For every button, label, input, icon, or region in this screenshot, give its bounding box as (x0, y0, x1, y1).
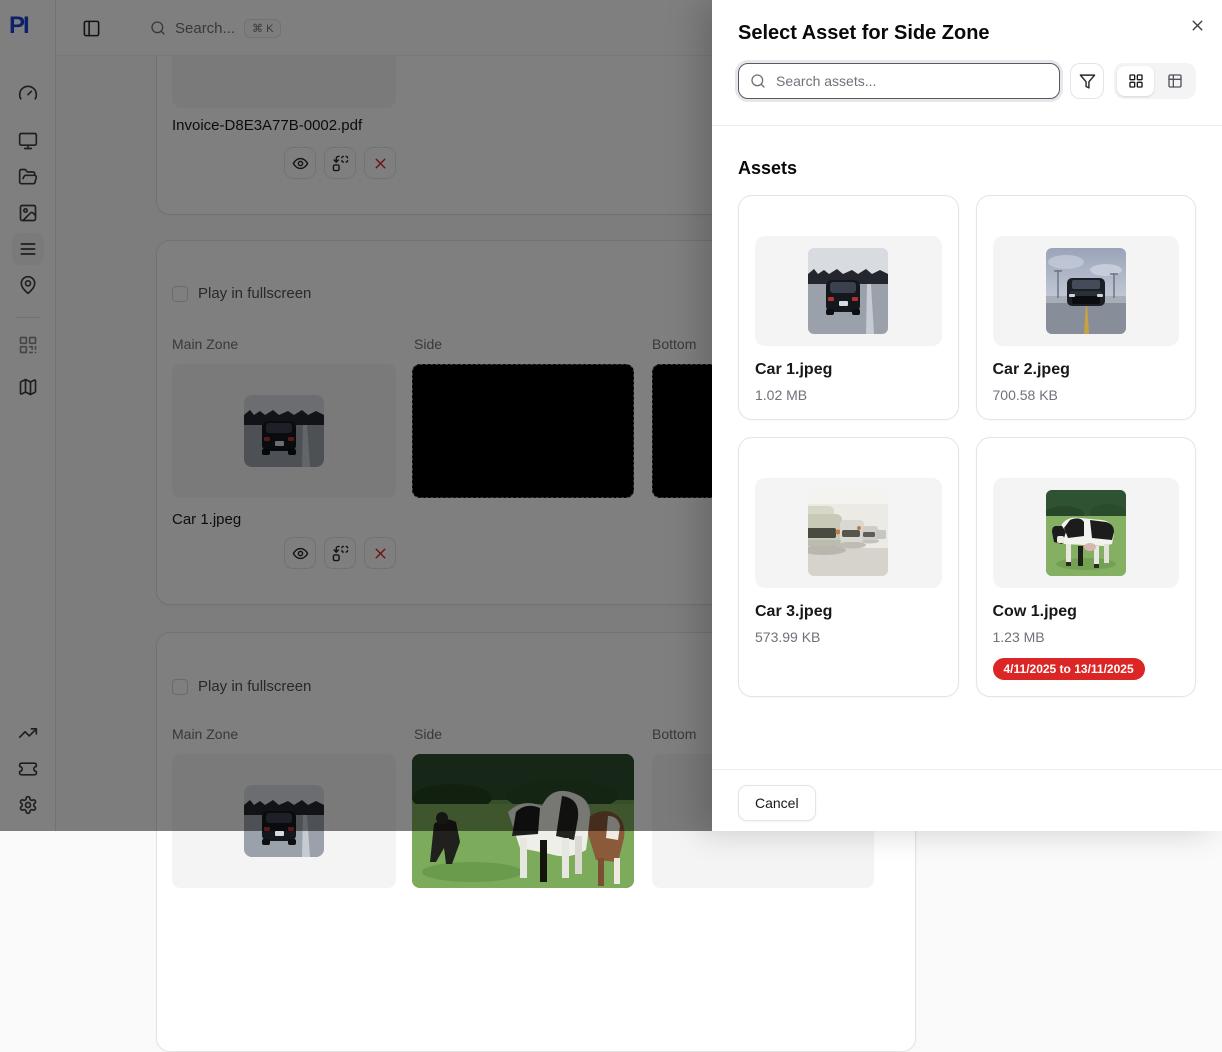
table-view-icon (1167, 73, 1183, 89)
asset-search-input[interactable] (774, 72, 1048, 90)
asset-card-car-3[interactable]: Car 3.jpeg 573.99 KB (738, 437, 959, 697)
availability-badge: 4/11/2025 to 13/11/2025 (993, 658, 1145, 680)
asset-thumbnail (755, 478, 942, 588)
asset-name: Car 1.jpeg (755, 361, 942, 379)
asset-grid: Car 1.jpeg 1.02 MB (738, 195, 1196, 697)
modal-controls (738, 63, 1196, 99)
asset-size: 1.02 MB (755, 387, 942, 403)
table-view-button[interactable] (1156, 66, 1193, 96)
asset-thumbnail (755, 236, 942, 346)
asset-thumbnail (993, 478, 1180, 588)
modal-footer: Cancel (712, 769, 1222, 831)
close-icon (1189, 17, 1206, 34)
asset-name: Cow 1.jpeg (993, 603, 1180, 621)
filter-funnel-icon (1079, 73, 1096, 90)
asset-name: Car 3.jpeg (755, 603, 942, 621)
modal-title: Select Asset for Side Zone (738, 22, 1196, 45)
cow-1-thumbnail-image (1046, 490, 1126, 576)
cancel-button[interactable]: Cancel (738, 785, 816, 821)
asset-card-car-2[interactable]: Car 2.jpeg 700.58 KB (976, 195, 1197, 420)
assets-section-title: Assets (738, 158, 1196, 179)
layout-grid-icon (1128, 73, 1144, 89)
asset-size: 1.23 MB (993, 629, 1180, 645)
car-1-thumbnail-image (808, 248, 888, 334)
asset-thumbnail (993, 236, 1180, 346)
asset-size: 700.58 KB (993, 387, 1180, 403)
modal-body: Assets Ca (712, 126, 1222, 769)
asset-card-cow-1[interactable]: Cow 1.jpeg 1.23 MB 4/11/2025 to 13/11/20… (976, 437, 1197, 697)
car-3-thumbnail-image (808, 490, 888, 576)
asset-card-car-1[interactable]: Car 1.jpeg 1.02 MB (738, 195, 959, 420)
asset-size: 573.99 KB (755, 629, 942, 645)
asset-name: Car 2.jpeg (993, 361, 1180, 379)
view-mode-toggle (1114, 63, 1196, 99)
close-button[interactable] (1184, 12, 1210, 38)
modal-header: Select Asset for Side Zone (712, 0, 1222, 126)
grid-view-button[interactable] (1117, 66, 1154, 96)
asset-search-box (738, 63, 1060, 99)
search-icon (750, 73, 766, 89)
select-asset-modal: Select Asset for Side Zone Assets (712, 0, 1222, 831)
car-2-thumbnail-image (1046, 248, 1126, 334)
filter-button[interactable] (1070, 63, 1104, 99)
